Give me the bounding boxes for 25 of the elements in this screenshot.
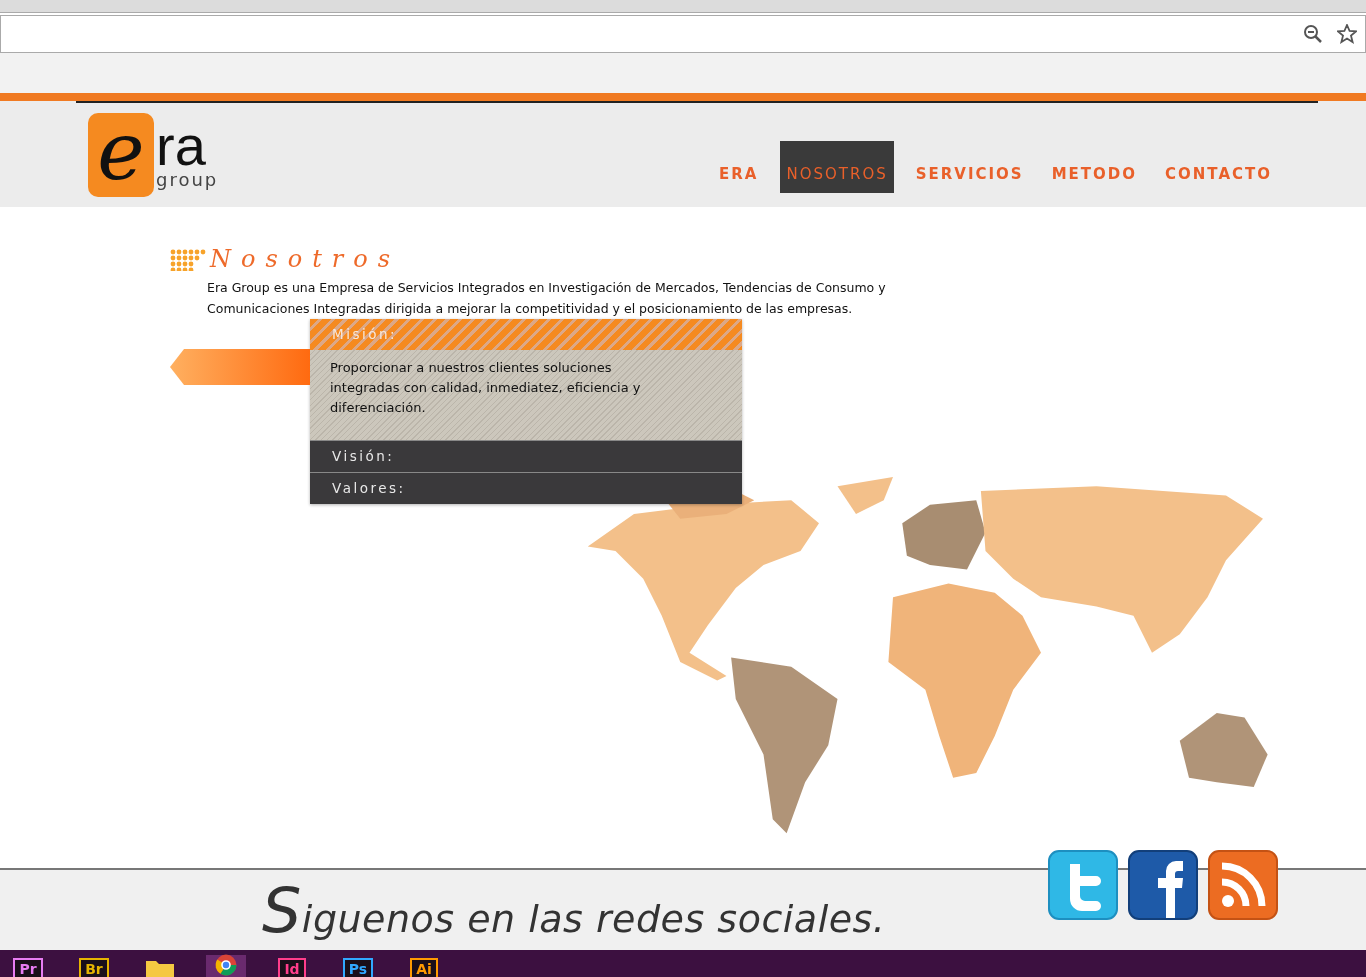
follow-us-text: Siguenos en las redes sociales. xyxy=(262,873,886,947)
app-icon[interactable]: Id xyxy=(278,958,306,977)
logo-subtitle: group xyxy=(156,171,219,189)
app-icon[interactable]: Br xyxy=(79,958,109,977)
app-icon[interactable]: Ps xyxy=(342,958,374,977)
f-letter-icon[interactable] xyxy=(1128,850,1198,920)
panel-text: Proporcionar a nuestros clientes soluciones integradas con calidad, inmediatez, eficiencia y diferenciación. xyxy=(330,360,641,415)
section-title: Nosotros xyxy=(210,247,401,271)
accordion-header[interactable]: Valores: xyxy=(310,472,742,504)
nav-link[interactable]: NOSOTROS xyxy=(780,141,894,193)
nav-link[interactable]: METODO xyxy=(1045,149,1143,193)
nav-link[interactable]: SERVICIOS xyxy=(909,149,1030,193)
bird-t-icon[interactable] xyxy=(1048,850,1118,920)
logo-word: ra xyxy=(156,120,206,171)
zoom-out-icon[interactable] xyxy=(1303,24,1323,44)
nav-link[interactable]: CONTACTO xyxy=(1159,149,1278,193)
accordion-header[interactable]: Visión: xyxy=(310,440,742,472)
intro-paragraph: Era Group es una Empresa de Servicios Integrados en Investigación de Mercados, Tendencias de Consumo y Comunicaciones Integradas dirigida a mejorar la competitividad y el posicionamiento de las empresas. xyxy=(207,279,887,318)
nav-link[interactable]: ERA xyxy=(713,149,765,193)
bookmark-star-icon[interactable] xyxy=(1337,24,1357,44)
dot-grid-icon xyxy=(170,249,208,271)
app-icon[interactable]: Ai xyxy=(410,958,438,977)
rss-icon[interactable] xyxy=(1208,850,1278,920)
logo-mark: e xyxy=(88,113,154,197)
app-icon[interactable]: Pr xyxy=(13,958,43,977)
